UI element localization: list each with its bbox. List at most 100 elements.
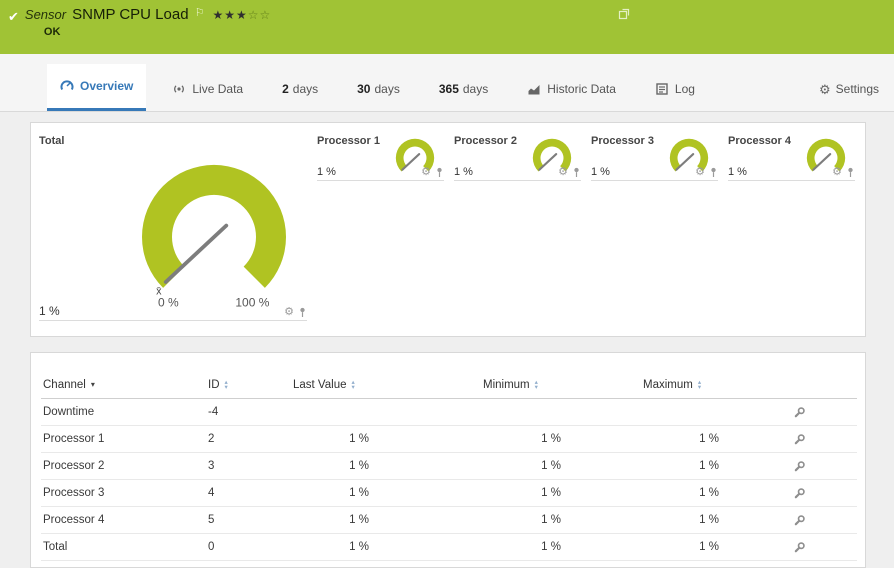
tab-30-days[interactable]: 30 days <box>344 67 413 111</box>
object-kind-label: Sensor <box>25 7 66 22</box>
channel-minimum <box>481 399 641 426</box>
channel-id: 4 <box>206 480 291 507</box>
channel-minimum: 1 % <box>481 480 641 507</box>
channel-last-value: 1 % <box>291 507 481 534</box>
historic-data-icon <box>527 82 541 96</box>
tab-number: 365 <box>439 82 459 96</box>
channel-maximum <box>641 399 791 426</box>
channel-last-value <box>291 399 481 426</box>
header-id[interactable]: ID▴▾ <box>206 375 291 399</box>
header-maximum[interactable]: Maximum▴▾ <box>641 375 791 399</box>
settings-gear-icon: ⚙ <box>819 83 831 96</box>
gauge-footer: 1 % ⚙ <box>591 166 718 181</box>
tab-historic-data[interactable]: Historic Data <box>514 67 629 111</box>
channel-name[interactable]: Processor 2 <box>41 453 206 480</box>
table-row: Downtime -4 <box>41 399 857 426</box>
channel-last-value: 1 % <box>291 480 481 507</box>
pin-icon[interactable] <box>572 167 581 178</box>
channel-id: 0 <box>206 534 291 561</box>
gauge-footer: 1 % ⚙ <box>317 166 444 181</box>
tab-live-data[interactable]: Live Data <box>159 67 256 111</box>
channels-panel: Channel▾ ID▴▾ Last Value▴▾ Minimum▴▾ Max… <box>30 352 866 568</box>
header-channel[interactable]: Channel▾ <box>41 375 206 399</box>
channel-id: 2 <box>206 426 291 453</box>
channel-maximum: 1 % <box>641 534 791 561</box>
table-row: Processor 3 4 1 % 1 % 1 % <box>41 480 857 507</box>
channel-name[interactable]: Processor 1 <box>41 426 206 453</box>
tab-365-days[interactable]: 365 days <box>426 67 501 111</box>
gauge-tile-processor-3: Processor 3 1 % ⚙ <box>591 135 718 181</box>
total-gauge: x̄ 0 % 100 % <box>94 135 334 315</box>
tab-2-days[interactable]: 2 days <box>269 67 331 111</box>
tab-number: 2 <box>282 82 289 96</box>
status-badge: OK <box>44 26 271 38</box>
header-settings-column <box>791 375 857 399</box>
gauge-tile-processor-1: Processor 1 1 % ⚙ <box>317 135 444 181</box>
channel-settings-icon[interactable] <box>793 406 806 419</box>
star-filled-icons[interactable]: ★★★ <box>212 8 247 22</box>
pin-icon[interactable] <box>846 167 855 178</box>
channel-settings-icon[interactable] <box>793 514 806 527</box>
gauge-value: 1 % <box>317 166 336 178</box>
table-row: Total 0 1 % 1 % 1 % <box>41 534 857 561</box>
channel-settings-icon[interactable] <box>793 487 806 500</box>
gear-icon[interactable]: ⚙ <box>421 167 431 178</box>
channel-settings-icon[interactable] <box>793 541 806 554</box>
table-row: Processor 2 3 1 % 1 % 1 % <box>41 453 857 480</box>
channel-maximum: 1 % <box>641 480 791 507</box>
tab-log[interactable]: Log <box>642 67 708 111</box>
channel-minimum: 1 % <box>481 453 641 480</box>
popout-icon[interactable] <box>618 8 630 20</box>
gear-icon[interactable]: ⚙ <box>695 167 705 178</box>
channel-settings-icon[interactable] <box>793 433 806 446</box>
tab-label: Log <box>675 82 695 96</box>
channel-name[interactable]: Total <box>41 534 206 561</box>
gear-icon[interactable]: ⚙ <box>832 167 842 178</box>
sort-icon[interactable]: ▴▾ <box>535 380 538 390</box>
gear-icon[interactable]: ⚙ <box>558 167 568 178</box>
pin-icon[interactable] <box>709 167 718 178</box>
sort-icon[interactable]: ▴▾ <box>698 380 701 390</box>
channel-name[interactable]: Processor 3 <box>41 480 206 507</box>
gear-icon[interactable]: ⚙ <box>284 307 294 318</box>
gauge-value: 1 % <box>39 304 60 318</box>
sort-icon[interactable]: ▴▾ <box>352 380 355 390</box>
channel-name[interactable]: Processor 4 <box>41 507 206 534</box>
star-empty-icons[interactable]: ☆☆ <box>248 8 272 22</box>
status-ok-check-icon: ✔ <box>8 9 19 25</box>
tab-bar: Overview Live Data 2 days 30 days 365 da… <box>0 54 894 112</box>
tab-overview[interactable]: Overview <box>47 64 146 111</box>
flag-icon[interactable]: ⚐ <box>195 6 205 19</box>
tab-label: days <box>463 82 488 96</box>
tab-settings[interactable]: ⚙ Settings <box>806 67 892 111</box>
sort-icon[interactable]: ▴▾ <box>225 380 228 390</box>
header-last-value[interactable]: Last Value▴▾ <box>291 375 481 399</box>
gauge-footer: 1 % ⚙ <box>39 304 307 321</box>
pin-icon[interactable] <box>435 167 444 178</box>
gauge-value: 1 % <box>454 166 473 178</box>
live-data-icon <box>172 82 186 96</box>
channel-maximum: 1 % <box>641 453 791 480</box>
sorted-desc-icon[interactable]: ▾ <box>91 380 95 389</box>
gauge-footer: 1 % ⚙ <box>454 166 581 181</box>
priority-stars[interactable]: ★★★☆☆ <box>212 8 271 22</box>
channel-name[interactable]: Downtime <box>41 399 206 426</box>
channel-id: 5 <box>206 507 291 534</box>
pin-icon[interactable] <box>298 307 307 318</box>
tab-label: Settings <box>836 82 879 96</box>
gauge-tile-processor-2: Processor 2 1 % ⚙ <box>454 135 581 181</box>
sensor-header: ✔ Sensor SNMP CPU Load ⚐ ★★★☆☆ OK <box>0 0 894 54</box>
channel-maximum: 1 % <box>641 507 791 534</box>
tab-label: Historic Data <box>547 82 616 96</box>
gauge-value: 1 % <box>591 166 610 178</box>
header-minimum[interactable]: Minimum▴▾ <box>481 375 641 399</box>
channel-settings-icon[interactable] <box>793 460 806 473</box>
tab-label: days <box>374 82 399 96</box>
channel-minimum: 1 % <box>481 426 641 453</box>
tab-label: Live Data <box>192 82 243 96</box>
gauges-panel: Total x̄ 0 % 100 % 1 % ⚙ Processor 1 1 %… <box>30 122 866 337</box>
channel-last-value: 1 % <box>291 534 481 561</box>
table-header-row: Channel▾ ID▴▾ Last Value▴▾ Minimum▴▾ Max… <box>41 375 857 399</box>
gauge-footer: 1 % ⚙ <box>728 166 855 181</box>
page-title: SNMP CPU Load <box>72 6 188 23</box>
